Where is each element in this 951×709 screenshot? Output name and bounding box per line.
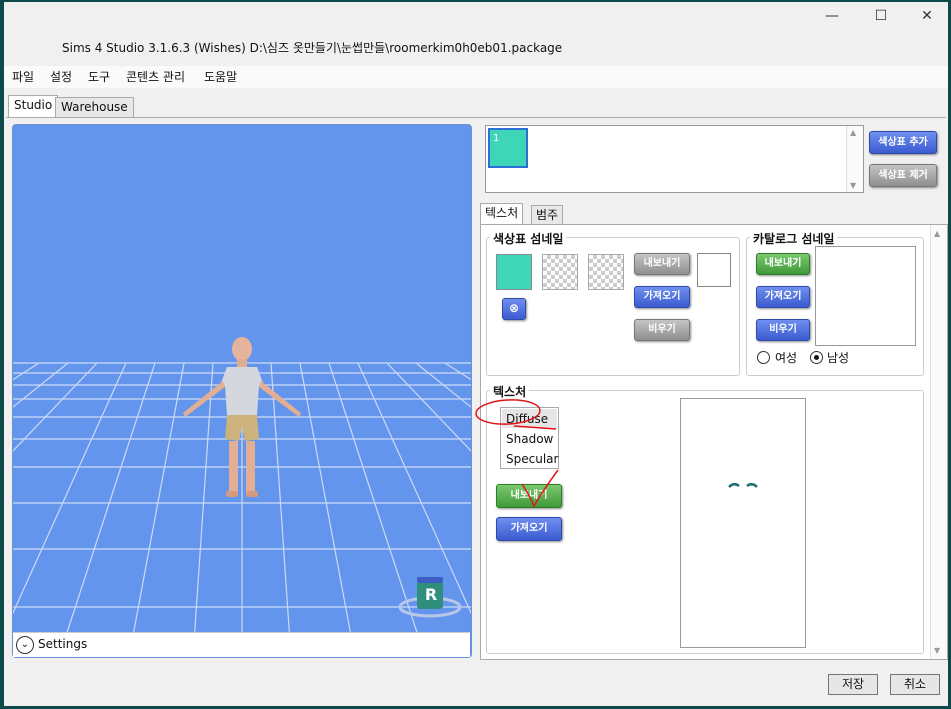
cancel-button[interactable]: 취소 — [890, 674, 940, 695]
male-radio[interactable] — [810, 351, 823, 364]
minimize-button[interactable]: — — [822, 7, 842, 25]
swatch-thumbnail-title: 색상표 섬네일 — [490, 230, 567, 247]
tab-texture[interactable]: 텍스처 — [480, 203, 524, 224]
tab-warehouse[interactable]: Warehouse — [55, 97, 134, 118]
scroll-down-icon[interactable]: ▼ — [850, 181, 856, 190]
swatch-thumb-slot — [588, 254, 624, 290]
menu-tools[interactable]: 도구 — [88, 68, 110, 85]
r-badge: R — [424, 585, 438, 604]
swatch-thumb-slot — [542, 254, 578, 290]
female-label: 여성 — [775, 351, 798, 365]
add-swatch-button[interactable]: 색상표 추가 — [869, 131, 937, 154]
settings-bar[interactable]: ⌄ Settings — [13, 632, 470, 657]
maximize-button[interactable]: ☐ — [871, 7, 891, 25]
close-button[interactable]: ✕ — [917, 7, 937, 25]
window-edge-left — [0, 0, 4, 709]
tab-studio[interactable]: Studio — [8, 95, 59, 118]
menu-file[interactable]: 파일 — [12, 68, 34, 85]
window-title: Sims 4 Studio 3.1.6.3 (Wishes) D:\심즈 옷만들… — [62, 41, 563, 55]
swatch-thumb-import-button[interactable]: 가져오기 — [634, 286, 690, 308]
tab-category[interactable]: 범주 — [531, 205, 564, 224]
catalog-clear-button[interactable]: 비우기 — [756, 319, 810, 341]
3d-viewport[interactable]: R — [12, 124, 472, 658]
scroll-down-icon[interactable]: ▼ — [934, 646, 940, 655]
swatch-thumb-export-button[interactable]: 내보내기 — [634, 253, 690, 275]
female-radio[interactable] — [757, 351, 770, 364]
catalog-import-button[interactable]: 가져오기 — [756, 286, 810, 308]
scroll-up-icon[interactable]: ▲ — [934, 229, 940, 238]
tab-divider — [6, 117, 946, 118]
save-button[interactable]: 저장 — [828, 674, 878, 695]
swatch-list[interactable]: 1 ▲ ▼ — [485, 125, 864, 193]
remove-swatch-button[interactable]: 색상표 제거 — [869, 164, 937, 187]
scroll-up-icon[interactable]: ▲ — [850, 128, 856, 137]
eyebrow-texture-image — [728, 483, 758, 488]
window-edge-top — [0, 0, 951, 2]
settings-label: Settings — [38, 637, 88, 651]
swatch-thumb-clear-button[interactable]: 비우기 — [634, 319, 690, 341]
menu-settings[interactable]: 설정 — [50, 68, 72, 85]
panel-scrollbar[interactable]: ▲ ▼ — [930, 225, 947, 659]
catalog-thumbnail-preview — [815, 246, 916, 346]
menu-help[interactable]: 도움말 — [204, 68, 237, 85]
close-circle-icon[interactable]: ⊗ — [502, 298, 526, 320]
swatch-item-label: 1 — [493, 133, 500, 144]
texture-import-button[interactable]: 가져오기 — [496, 517, 562, 541]
menu-content-management[interactable]: 콘텐츠 관리 — [126, 68, 185, 85]
swatch-item[interactable]: 1 — [488, 128, 528, 168]
male-label: 남성 — [827, 351, 850, 365]
chevron-down-icon[interactable]: ⌄ — [16, 636, 34, 654]
swatch-list-scrollbar[interactable]: ▲ ▼ — [846, 126, 863, 192]
catalog-thumbnail-title: 카탈로그 섬네일 — [750, 230, 838, 247]
sim-figure — [183, 337, 301, 497]
menu-bar: 파일 설정 도구 콘텐츠 관리 도움말 — [4, 66, 948, 88]
catalog-export-button[interactable]: 내보내기 — [756, 253, 810, 275]
red-annotation-marks — [475, 399, 559, 508]
swatch-color-preview[interactable] — [496, 254, 532, 290]
texture-preview — [680, 398, 806, 648]
swatch-thumb-preview — [697, 253, 731, 287]
